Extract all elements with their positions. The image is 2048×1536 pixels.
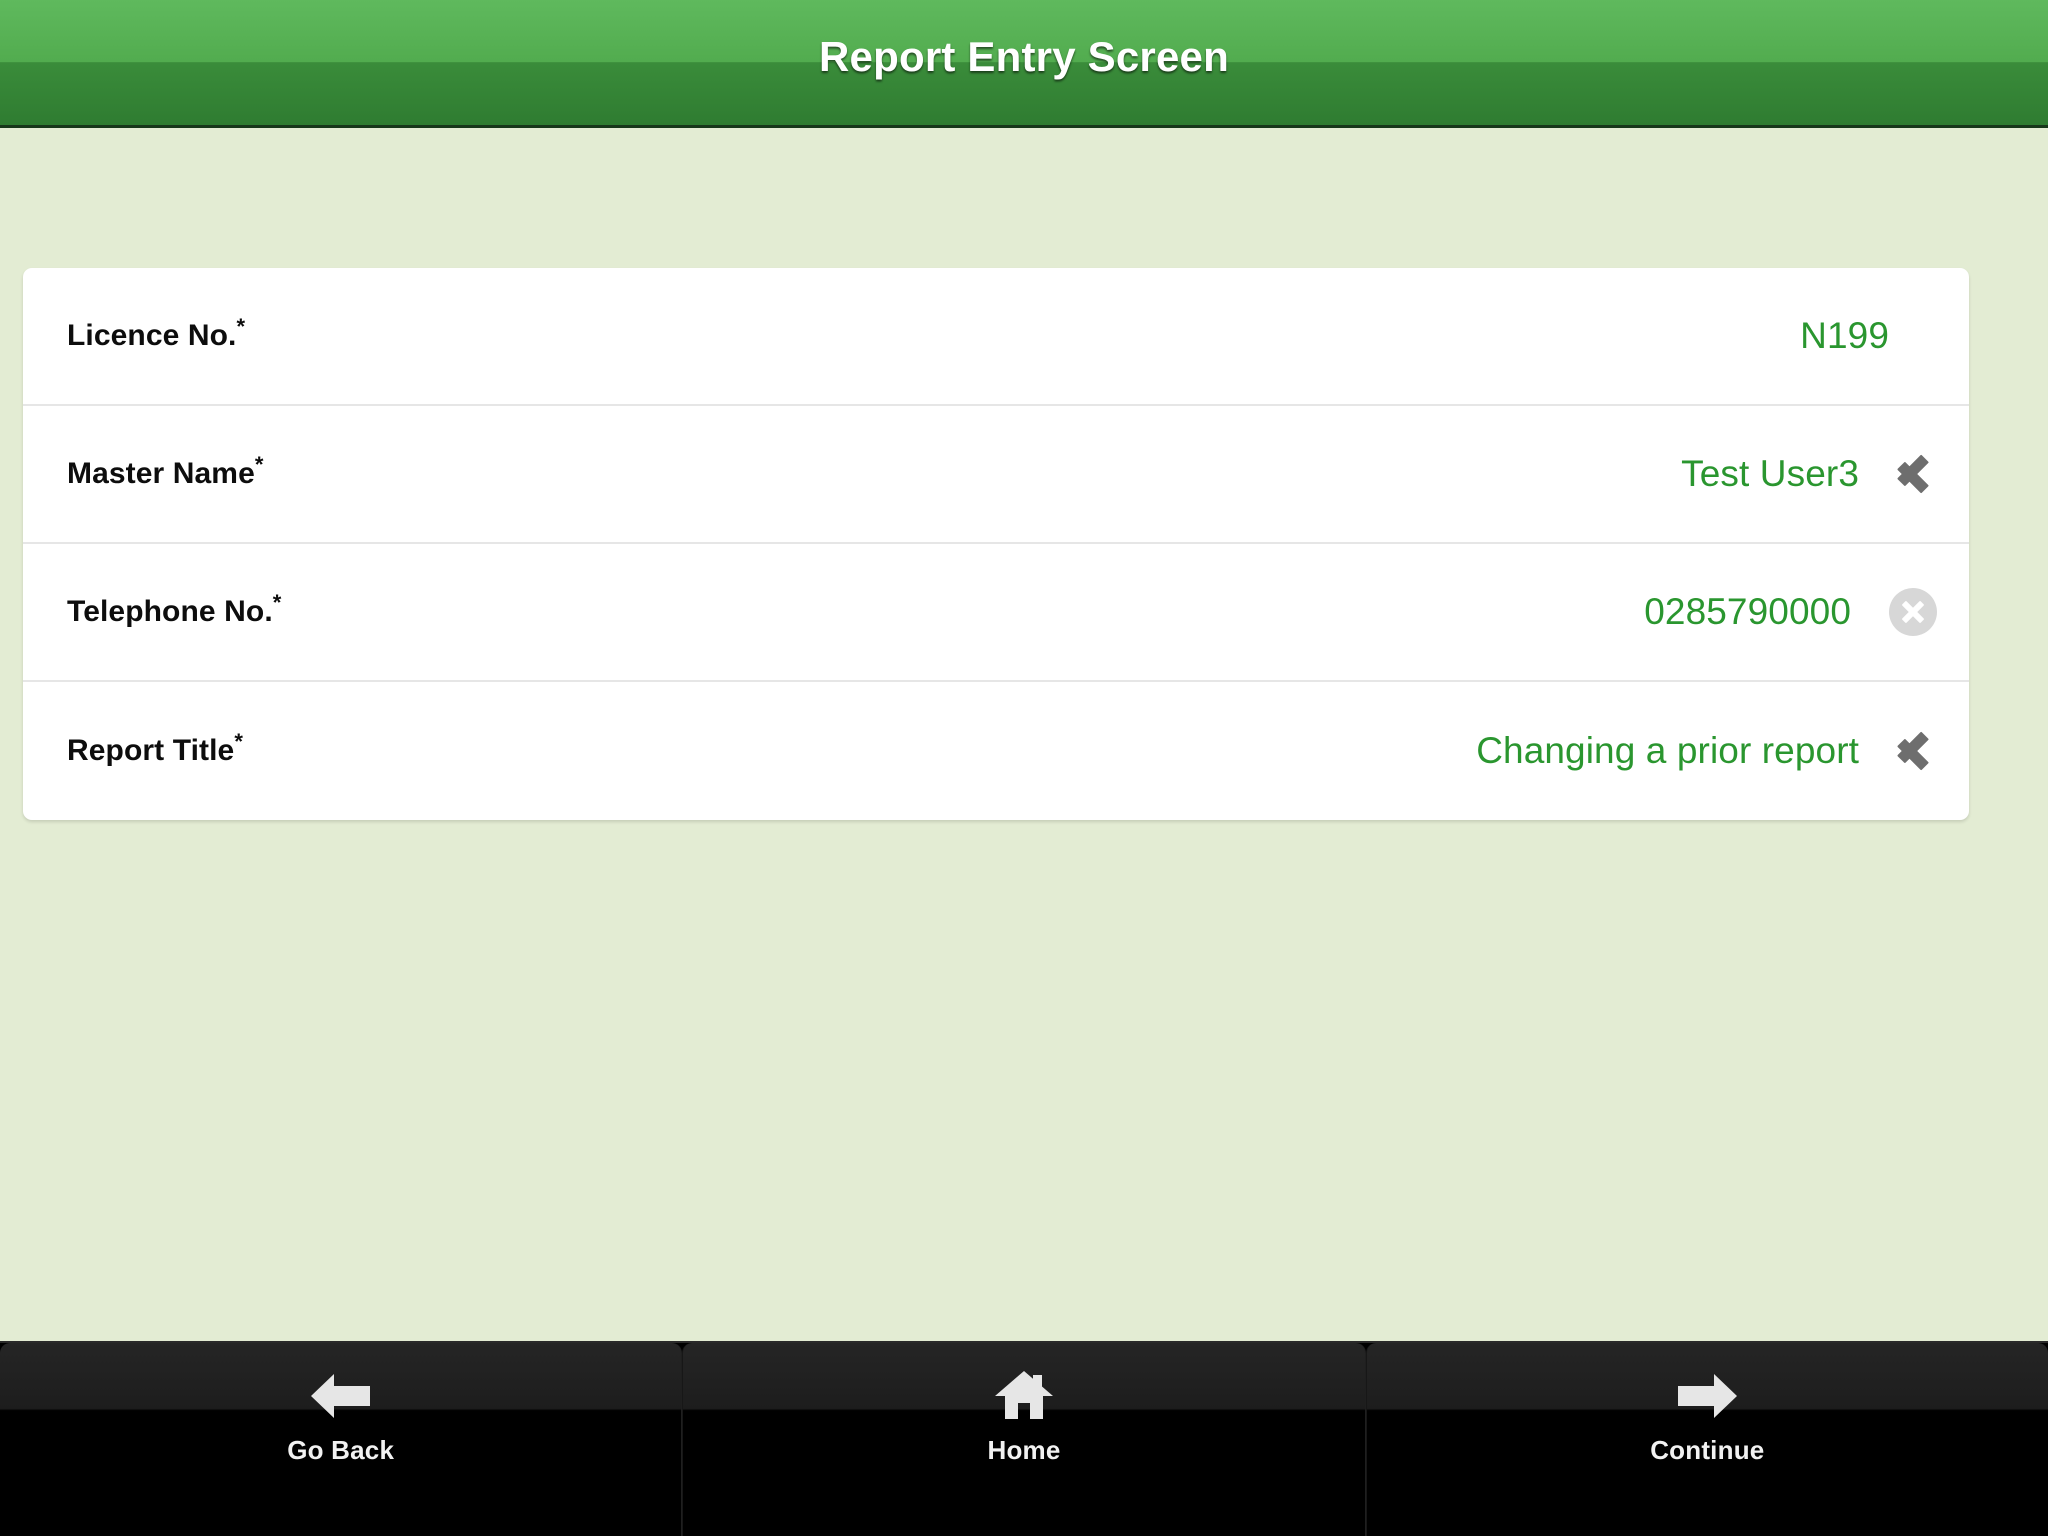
nav-button-go-back-label: Go Back: [287, 1435, 395, 1465]
nav-button-go-back[interactable]: Go Back: [0, 1343, 683, 1536]
form-label-master-name: Master Name*: [67, 454, 264, 491]
form-value-report-title[interactable]: Changing a prior report: [1476, 730, 1859, 772]
form-row-report-title[interactable]: Report Title* Changing a prior report: [23, 682, 1969, 820]
nav-button-home[interactable]: Home: [682, 1343, 1366, 1536]
form-label-report-title-text: Report Title: [67, 734, 235, 767]
form-label-report-title: Report Title*: [67, 731, 243, 768]
form-label-telephone-no: Telephone No.*: [67, 592, 281, 629]
form-value-telephone-no[interactable]: 0285790000: [1644, 591, 1851, 633]
form-row-report-title-right: Changing a prior report: [1476, 682, 1969, 820]
form-label-licence-no-text: Licence No.: [67, 319, 237, 352]
form-row-master-name[interactable]: Master Name* Test User3: [23, 406, 1969, 544]
form-row-telephone-no[interactable]: Telephone No.* 0285790000: [23, 544, 1969, 682]
form-label-licence-no: Licence No.*: [67, 316, 245, 353]
form-card: Licence No.* N199 Master Name* Test User…: [23, 268, 1969, 820]
bottom-navigation-bar: Go Back Home Continue: [0, 1341, 2048, 1536]
required-marker: *: [234, 729, 243, 754]
form-row-licence-no[interactable]: Licence No.* N199: [23, 268, 1969, 406]
content-area: Licence No.* N199 Master Name* Test User…: [0, 128, 2048, 1341]
nav-button-continue[interactable]: Continue: [1365, 1343, 2048, 1536]
form-label-master-name-text: Master Name: [67, 457, 255, 490]
form-row-licence-no-right: N199: [1800, 268, 1969, 404]
nav-button-home-label: Home: [987, 1435, 1061, 1465]
page-title: Report Entry Screen: [819, 32, 1229, 80]
arrow-left-icon: [308, 1365, 374, 1427]
nav-button-continue-label: Continue: [1650, 1435, 1765, 1465]
required-marker: *: [254, 452, 264, 477]
form-value-master-name[interactable]: Test User3: [1681, 453, 1859, 495]
home-icon: [993, 1365, 1055, 1427]
clear-icon[interactable]: [1889, 588, 1937, 636]
form-label-telephone-no-text: Telephone No.: [67, 595, 273, 628]
chevron-right-icon[interactable]: [1891, 449, 1941, 499]
report-entry-screen: Report Entry Screen Licence No.* N199 Ma…: [0, 0, 2048, 1536]
form-row-master-name-right: Test User3: [1681, 406, 1969, 542]
app-header: Report Entry Screen: [0, 0, 2048, 128]
required-marker: *: [272, 590, 282, 615]
form-value-licence-no[interactable]: N199: [1800, 315, 1889, 357]
chevron-right-icon[interactable]: [1891, 726, 1941, 776]
arrow-right-icon: [1674, 1365, 1740, 1427]
form-row-telephone-no-right: 0285790000: [1644, 544, 1969, 680]
required-marker: *: [236, 314, 246, 339]
